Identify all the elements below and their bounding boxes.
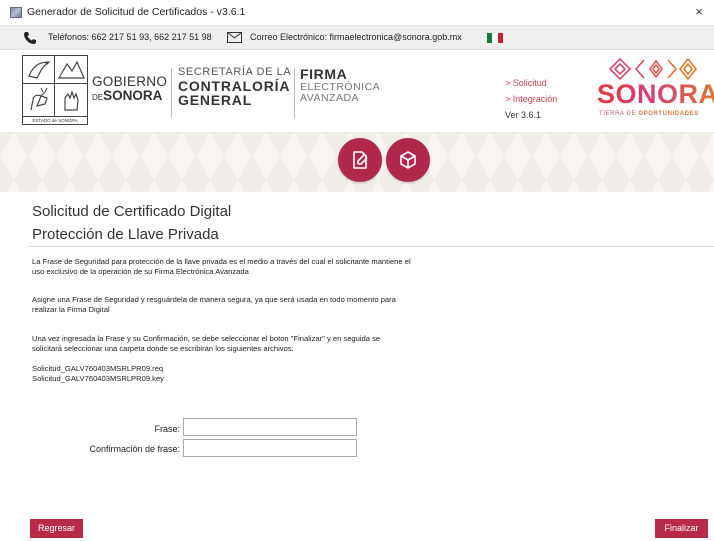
integracion-step-button[interactable] [386,138,430,182]
confirm-frase-label: Confirmación de frase: [89,444,180,454]
header: ESTADO de SONORA GOBIERNO DESONORA SECRE… [0,50,714,132]
step-solicitud-link[interactable]: > Solicitud [505,75,557,91]
paragraph-finalize-info: Una vez ingresada la Frase y su Confirma… [32,334,381,353]
version-label: Ver 3.6.1 [505,110,542,120]
phone-icon [24,32,36,44]
tagline-part2: OPORTUNIDADES [638,111,699,117]
sonora-crest-logo: ESTADO de SONORA [22,55,88,125]
secretaria-logo: SECRETARÍA DE LA CONTRALORÍA GENERAL [178,66,292,109]
secretaria-line3: GENERAL [178,92,253,109]
file-req-name: Solicitud_GALV760403MSRLPR09.req [32,364,164,373]
phone-text: Teléfonos: 662 217 51 93, 662 217 51 98 [48,32,212,42]
window-title: Generador de Solicitud de Certificados -… [27,6,246,18]
crest-quadrant-mountain-icon [55,56,87,84]
paragraph-description: La Frase de Seguridad para protección de… [32,257,411,276]
crest-quadrant-dove-icon [23,56,55,84]
crest-quadrant-hand-icon [55,84,87,116]
secretaria-line1: SECRETARÍA DE LA [178,66,292,78]
sonora-brand-logo: SONORA TIERRA DE OPORTUNIDADES [596,56,714,122]
back-button[interactable]: Regresar [30,519,83,538]
app-icon [10,7,22,18]
frase-input[interactable] [183,418,357,436]
output-file-list: Solicitud_GALV760403MSRLPR09.req Solicit… [32,364,412,384]
gobierno-text: GOBIERNO [92,74,168,89]
crest-caption: ESTADO de SONORA [23,116,87,124]
firma-line3: AVANZADA [300,91,360,104]
sonora-wordmark: SONORA [597,79,714,110]
solicitud-step-button[interactable] [338,138,382,182]
tagline-part1: TIERRA DE [599,111,639,117]
cube-icon [400,151,416,169]
close-icon[interactable]: × [690,3,708,21]
secretaria-line2: CONTRALORÍA [178,77,291,94]
gobierno-de-text: DE [92,92,104,102]
firma-electronica-logo: FIRMA ELECTRÓNICA AVANZADA [300,67,380,104]
progress-steps: > Solicitud > Integración Ver 3.6.1 [505,75,557,123]
window-titlebar: Generador de Solicitud de Certificados -… [0,0,714,26]
header-divider [294,68,295,118]
email-text: Correo Electrónico: firmaelectronica@son… [250,32,462,42]
paragraph-instruction: Asigne una Frase de Seguridad y resguárd… [32,295,396,314]
mail-icon [227,32,242,43]
contact-bar: Teléfonos: 662 217 51 93, 662 217 51 98 … [0,26,714,50]
confirm-frase-input[interactable] [183,439,357,457]
gobierno-sonora-logo: GOBIERNO DESONORA [92,75,167,102]
frase-label: Frase: [154,424,180,434]
page-subtitle: Protección de Llave Privada [32,226,219,243]
file-key-name: Solicitud_GALV760403MSRLPR09.key [32,374,164,383]
crest-quadrant-deer-icon [23,84,55,116]
mexico-flag-icon [487,33,503,43]
document-edit-icon [353,151,368,169]
step-integracion-link[interactable]: > Integración [505,91,557,107]
sonora-tagline: TIERRA DE OPORTUNIDADES [599,111,699,117]
page-title: Solicitud de Certificado Digital [32,203,232,220]
header-divider [171,68,172,118]
firma-line1: FIRMA [300,66,348,82]
finish-button[interactable]: Finalizar [655,519,708,538]
title-divider [28,246,714,247]
gobierno-sonora-text: SONORA [103,87,163,103]
